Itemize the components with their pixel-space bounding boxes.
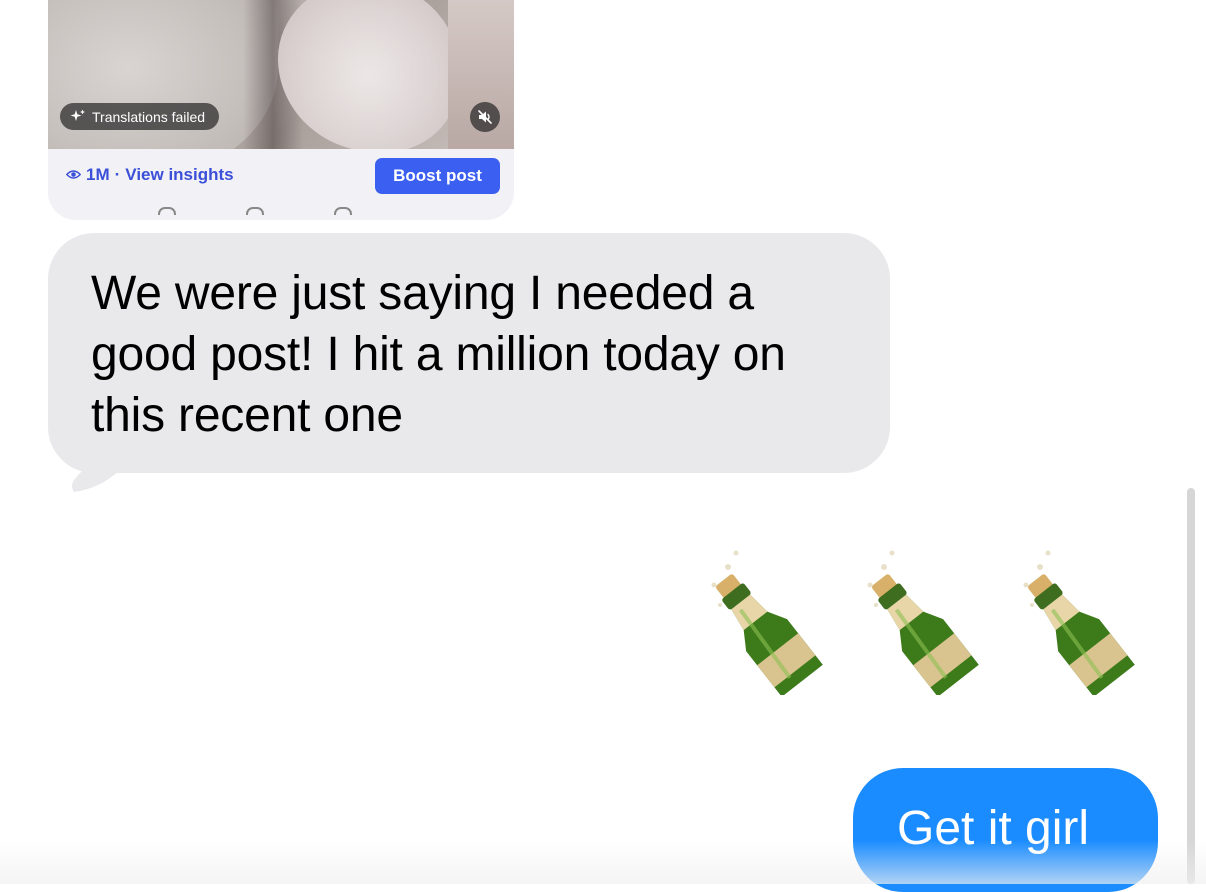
sent-message-text: Get it girl [897, 802, 1090, 855]
sent-message-bubble[interactable]: Get it girl [853, 768, 1158, 892]
translation-status-text: Translations failed [92, 108, 206, 125]
cutoff-icon [334, 207, 352, 215]
cutoff-icon [158, 207, 176, 215]
view-count: 1M [86, 165, 110, 184]
view-insights-label: View insights [125, 165, 234, 184]
received-message-bubble[interactable]: We were just saying I needed a good post… [48, 233, 890, 473]
champagne-bottle-icon [867, 550, 979, 695]
boost-post-button[interactable]: Boost post [375, 158, 500, 194]
received-bubble-tail [62, 440, 122, 492]
sparkle-icon [70, 109, 86, 125]
post-footer: 1M · View insights Boost post [48, 149, 514, 220]
separator-dot: · [114, 165, 121, 184]
post-video-thumbnail[interactable]: Translations failed [48, 0, 514, 149]
champagne-bottle-icon [1023, 550, 1135, 695]
shared-post-card[interactable]: Translations failed 1M · View insights B… [48, 0, 514, 220]
received-message-text: We were just saying I needed a good post… [91, 267, 786, 442]
view-insights-link[interactable]: 1M · View insights [65, 165, 234, 185]
video-frame-baby [278, 0, 458, 149]
speaker-muted-icon[interactable] [470, 102, 500, 132]
translation-status-chip[interactable]: Translations failed [60, 103, 220, 130]
cutoff-icon [246, 207, 264, 215]
sent-emoji-message[interactable] [690, 545, 1144, 695]
champagne-bottle-icon [711, 550, 823, 695]
scrollbar[interactable] [1187, 488, 1195, 884]
eye-icon [65, 165, 82, 185]
post-actions-cutoff [158, 207, 352, 215]
